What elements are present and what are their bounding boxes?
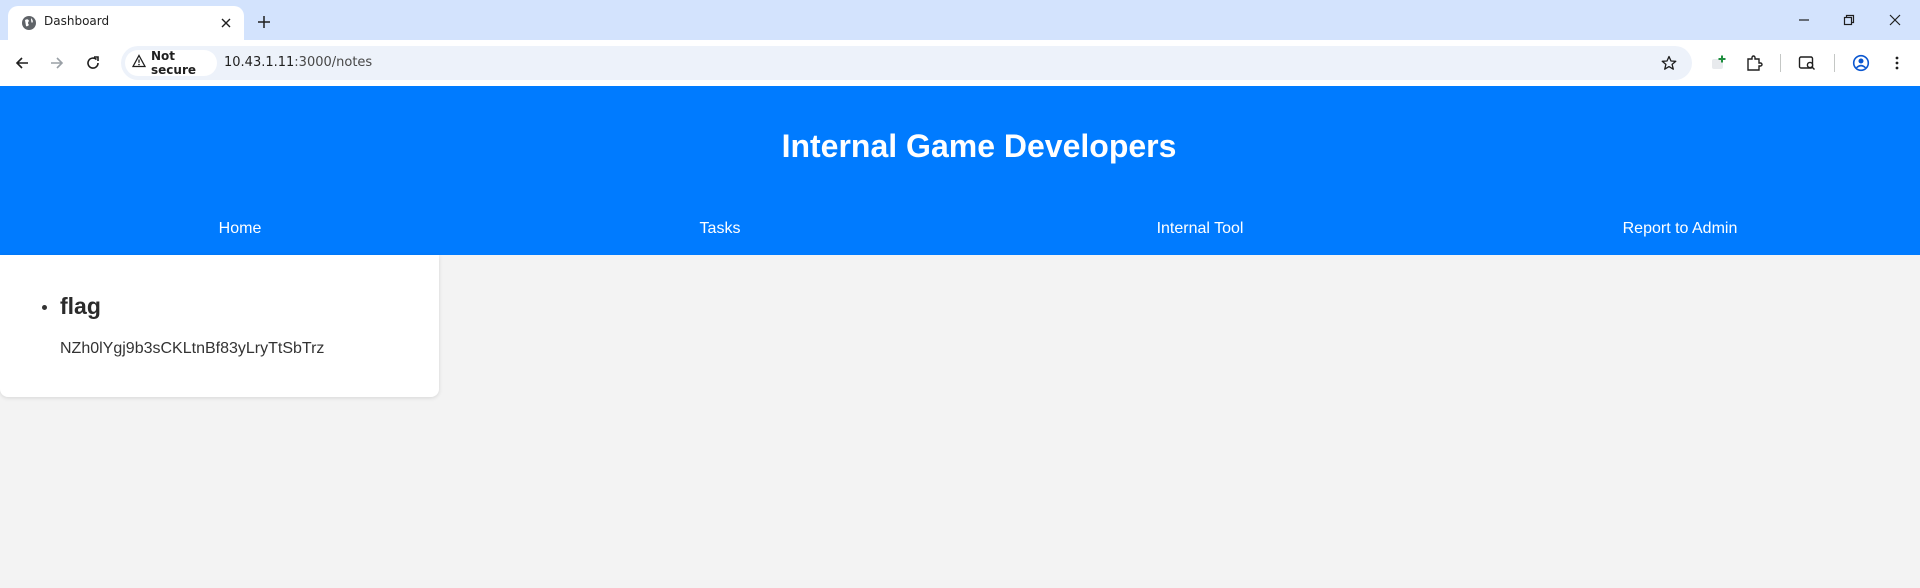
note-card: flag NZh0lYgj9b3sCKLtnBf83yLryTtSbTrz <box>0 255 439 397</box>
address-bar[interactable]: Not secure 10.43.1.11:3000/notes <box>121 46 1692 80</box>
url-path: :3000/notes <box>294 55 373 70</box>
minimize-icon[interactable] <box>1781 6 1827 34</box>
url-host: 10.43.1.11 <box>224 55 295 70</box>
tab-title: Dashboard <box>44 14 110 28</box>
security-chip[interactable]: Not secure <box>125 49 217 77</box>
note-body: NZh0lYgj9b3sCKLtnBf83yLryTtSbTrz <box>60 340 325 357</box>
site-header: Internal Game Developers Home Tasks Inte… <box>0 86 1920 255</box>
browser-toolbar: Not secure 10.43.1.11:3000/notes <box>0 40 1920 86</box>
menu-kebab-icon[interactable] <box>1883 49 1911 77</box>
forward-arrow-icon[interactable] <box>43 49 71 77</box>
nav-link-tasks[interactable]: Tasks <box>480 220 960 238</box>
note-title: flag <box>60 293 101 319</box>
close-icon[interactable] <box>216 13 236 33</box>
new-tab-button[interactable] <box>252 10 276 34</box>
reload-icon[interactable] <box>79 49 107 77</box>
window-close-icon[interactable] <box>1872 6 1918 34</box>
extension-plus-icon[interactable] <box>1705 49 1733 77</box>
bookmark-star-icon[interactable] <box>1658 52 1680 74</box>
browser-tabstrip: Dashboard <box>0 0 1920 40</box>
toolbar-divider <box>1834 54 1835 72</box>
bullet-icon <box>42 305 47 310</box>
back-arrow-icon[interactable] <box>8 49 36 77</box>
restore-icon[interactable] <box>1826 6 1872 34</box>
warning-triangle-icon <box>131 53 147 73</box>
page-viewport: Internal Game Developers Home Tasks Inte… <box>0 86 1920 588</box>
profile-avatar-icon[interactable] <box>1847 49 1875 77</box>
nav-link-internal-tool[interactable]: Internal Tool <box>960 220 1440 238</box>
url-text[interactable]: 10.43.1.11:3000/notes <box>224 55 372 70</box>
reading-list-search-icon[interactable] <box>1793 49 1821 77</box>
nav-link-report-to-admin[interactable]: Report to Admin <box>1440 220 1920 238</box>
extensions-puzzle-icon[interactable] <box>1740 49 1768 77</box>
toolbar-divider <box>1780 54 1781 72</box>
browser-tab-active[interactable]: Dashboard <box>8 6 244 40</box>
site-nav: Home Tasks Internal Tool Report to Admin <box>0 220 1920 250</box>
nav-link-home[interactable]: Home <box>0 220 480 238</box>
site-title: Internal Game Developers <box>781 128 1177 164</box>
globe-icon <box>20 14 38 32</box>
security-label: Not secure <box>151 49 196 77</box>
